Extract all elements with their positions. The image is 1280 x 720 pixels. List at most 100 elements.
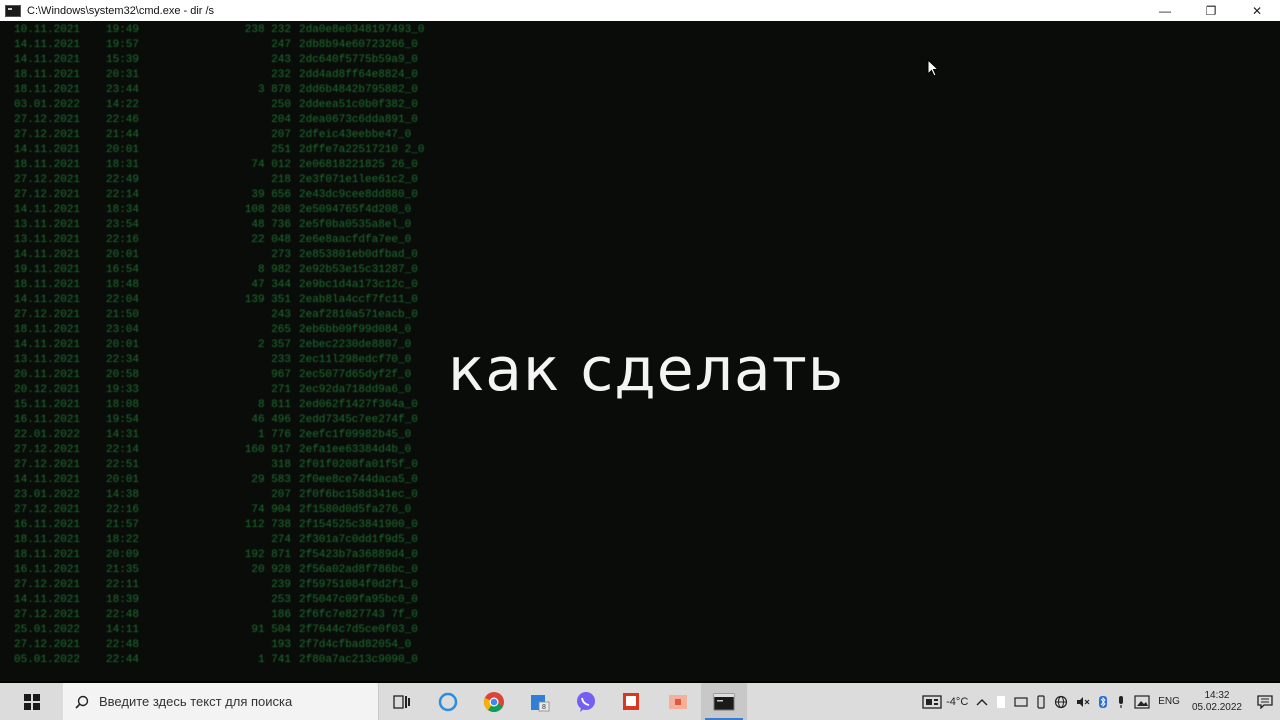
- file-size: 39 656: [251, 189, 291, 201]
- device-tray-button[interactable]: [1036, 694, 1046, 709]
- taskbar-apps: 8: [379, 683, 747, 720]
- language-indicator[interactable]: ENG: [1158, 696, 1180, 707]
- file-time: 19:33: [106, 384, 140, 396]
- globe-icon: [1055, 695, 1068, 708]
- console-row: 14.11.2021 20:01 29 583 2f0ee8ce744daca5_0: [14, 473, 434, 488]
- console-row: 05.01.2022 22:44 1 741 2f80a7ac213c9090_0: [14, 653, 434, 668]
- volume-button[interactable]: [1076, 695, 1090, 709]
- file-date: 14.11.2021: [14, 54, 81, 66]
- file-size: 8 811: [257, 399, 291, 411]
- file-date: 18.11.2021: [14, 534, 81, 546]
- file-size: 112 738: [244, 519, 291, 531]
- file-size: 47 344: [251, 279, 291, 291]
- bluetooth-icon: [1099, 695, 1108, 708]
- file-name: 2f154525c3841900_0: [299, 519, 418, 531]
- file-time: 18:31: [106, 159, 140, 171]
- file-size: 29 583: [251, 474, 291, 486]
- console-row: 18.11.2021 18:48 47 344 2e9bc1d4a173c12c_0: [14, 278, 434, 293]
- start-button[interactable]: [0, 683, 63, 720]
- cortana-button[interactable]: [425, 683, 471, 720]
- search-input[interactable]: [97, 693, 361, 710]
- file-size: 2 357: [257, 339, 291, 351]
- system-tray: -4°C ENG 14:32 05.02.2022: [918, 683, 1280, 720]
- bluetooth-button[interactable]: [1098, 695, 1108, 709]
- file-time: 22:04: [106, 294, 140, 306]
- close-button[interactable]: ✕: [1234, 0, 1280, 21]
- console-output[interactable]: 10.11.2021 19:49 238 232 2da0e8e0348197493_…: [0, 21, 1280, 681]
- console-row: 18.11.2021 20:09 192 871 2f5423b7a36889d4_0: [14, 548, 434, 563]
- console-row: 23.01.2022 14:38 207 2f0f6bc158d341ec_0: [14, 488, 434, 503]
- file-explorer-button[interactable]: 8: [517, 683, 563, 720]
- file-date: 16.11.2021: [14, 414, 81, 426]
- console-row: 15.11.2021 18:08 8 811 2ed062f1427f364a_0: [14, 398, 434, 413]
- file-date: 27.12.2021: [14, 639, 81, 651]
- search-icon: [75, 695, 89, 709]
- file-size: 3 878: [257, 84, 291, 96]
- file-name: 2eb6bb09f99d084_0: [299, 324, 412, 336]
- file-date: 27.12.2021: [14, 459, 81, 471]
- task-view-button[interactable]: [379, 683, 425, 720]
- network-button[interactable]: [1054, 695, 1068, 709]
- cmd-icon: [5, 4, 21, 17]
- image-app-button[interactable]: [655, 683, 701, 720]
- notifications-button[interactable]: [1250, 683, 1280, 720]
- file-time: 20:01: [106, 144, 140, 156]
- restore-button[interactable]: ❐: [1188, 0, 1234, 21]
- file-name: 2f7d4cfbad82054_0: [299, 639, 412, 651]
- notification-icon: [1257, 694, 1273, 709]
- file-date: 14.11.2021: [14, 204, 81, 216]
- console-row: 13.11.2021 22:34 233 2ec11l298edcf70_0: [14, 353, 434, 368]
- file-size: 239: [271, 579, 291, 591]
- file-name: 2f5423b7a36889d4_0: [299, 549, 418, 561]
- file-date: 10.11.2021: [14, 24, 81, 36]
- console-row: 03.01.2022 14:22 250 2ddeea51c0b0f382_0: [14, 98, 434, 113]
- file-time: 19:54: [106, 414, 140, 426]
- cmd-taskbar-button[interactable]: [701, 683, 747, 720]
- console-row: 18.11.2021 20:31 232 2dd4ad8ff64e8824_0: [14, 68, 434, 83]
- file-size: 251: [271, 144, 291, 156]
- console-row: 14.11.2021 15:39 243 2dc640f5775b59a9_0: [14, 53, 434, 68]
- weather-widget[interactable]: -4°C: [922, 694, 968, 709]
- file-size: 193: [271, 639, 291, 651]
- phone-icon: [1037, 694, 1045, 709]
- screen-capture-button[interactable]: [1134, 694, 1150, 709]
- tray-app-icon[interactable]: [996, 695, 1006, 709]
- console-row: 18.11.2021 18:31 74 012 2e06818221825 26_0: [14, 158, 434, 173]
- console-row: 27.12.2021 21:44 207 2dfeic43eebbe47_0: [14, 128, 434, 143]
- file-time: 14:22: [106, 99, 140, 111]
- file-name: 2e92b53e15c31287_0: [299, 264, 418, 276]
- console-row: 18.11.2021 23:04 265 2eb6bb09f99d084_0: [14, 323, 434, 338]
- file-name: 2f0f6bc158d341ec_0: [299, 489, 418, 501]
- file-date: 18.11.2021: [14, 84, 81, 96]
- file-time: 20:01: [106, 474, 140, 486]
- file-name: 2f1580d0d5fa276_0: [299, 504, 412, 516]
- file-name: 2f0ee8ce744daca5_0: [299, 474, 418, 486]
- minimize-button[interactable]: —: [1142, 0, 1188, 21]
- taskbar-search[interactable]: [63, 683, 379, 720]
- presentation-app-button[interactable]: [609, 683, 655, 720]
- file-date: 13.11.2021: [14, 219, 81, 231]
- file-time: 21:57: [106, 519, 140, 531]
- console-row: 13.11.2021 23:54 48 736 2e5f0ba0535a8el_0: [14, 218, 434, 233]
- file-size: 273: [271, 249, 291, 261]
- console-row: 16.11.2021 21:57 112 738 2f154525c3841900_0: [14, 518, 434, 533]
- file-date: 20.11.2021: [14, 369, 81, 381]
- clock[interactable]: 14:32 05.02.2022: [1192, 690, 1242, 714]
- folder-icon: 8: [531, 694, 550, 711]
- file-date: 14.11.2021: [14, 249, 81, 261]
- file-name: 2e853801eb0dfbad_0: [299, 249, 418, 261]
- window-titlebar[interactable]: C:\Windows\system32\cmd.exe - dir /s — ❐…: [0, 0, 1280, 21]
- microphone-button[interactable]: [1116, 695, 1126, 709]
- file-name: 2f6fc7e827743 7f_0: [299, 609, 418, 621]
- console-row: 25.01.2022 14:11 91 504 2f7644c7d5ce0f03_0: [14, 623, 434, 638]
- chrome-button[interactable]: [471, 683, 517, 720]
- file-date: 20.12.2021: [14, 384, 81, 396]
- console-row: 18.11.2021 23:44 3 878 2dd6b4842b795882_0: [14, 83, 434, 98]
- file-size: 160 917: [244, 444, 291, 456]
- file-time: 14:38: [106, 489, 140, 501]
- display-tray-button[interactable]: [1014, 696, 1028, 708]
- show-hidden-icons-button[interactable]: [976, 697, 988, 707]
- file-name: 2f59751084f0d2f1_0: [299, 579, 418, 591]
- viber-button[interactable]: [563, 683, 609, 720]
- file-size: 139 351: [244, 294, 291, 306]
